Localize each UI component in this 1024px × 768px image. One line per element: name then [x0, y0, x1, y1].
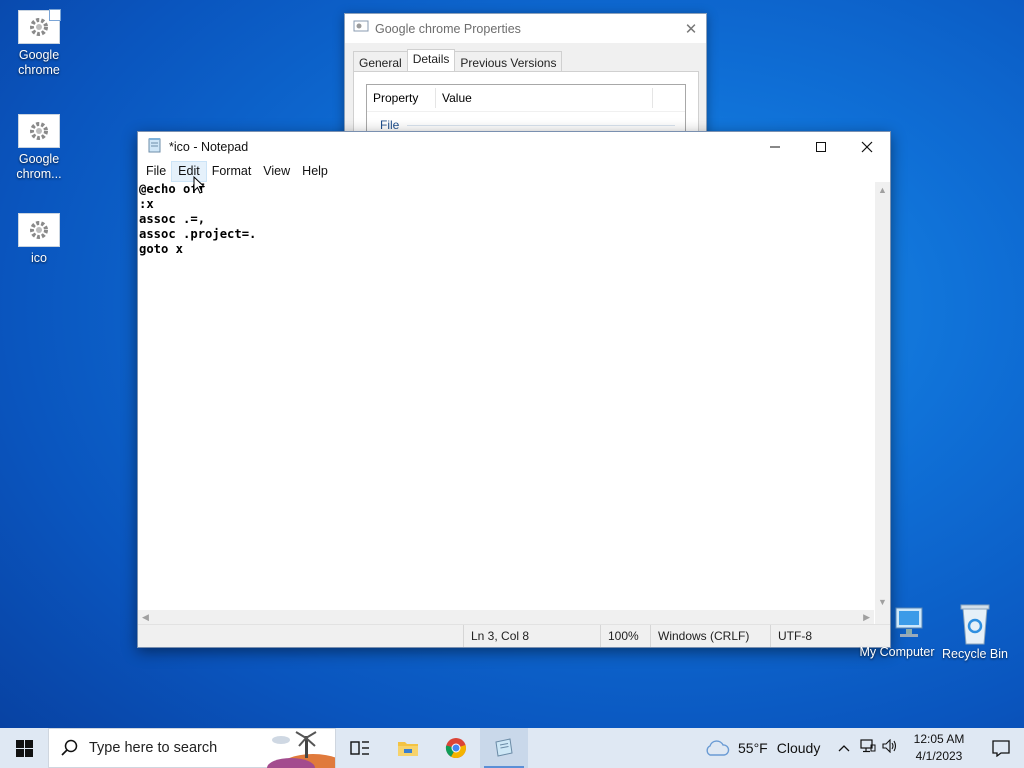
- menu-file[interactable]: File: [140, 162, 172, 181]
- desktop-icon-my-computer[interactable]: My Computer: [856, 602, 938, 659]
- group-header: File: [367, 118, 685, 132]
- desktop-icon-label: Google chrom...: [16, 152, 62, 181]
- desktop-icon-label: My Computer: [859, 645, 935, 659]
- clock-date: 4/1/2023: [915, 749, 963, 763]
- desktop-icon-label: Google chrome: [18, 48, 60, 77]
- properties-icon: [353, 19, 369, 38]
- desktop-icon-google-chrome[interactable]: Google chrome: [4, 9, 74, 78]
- mouse-cursor-icon: [193, 176, 205, 194]
- menu-bar: File Edit Format View Help: [138, 161, 890, 182]
- computer-icon: [895, 607, 923, 637]
- weather-condition: Cloudy: [776, 740, 821, 756]
- desktop-icon-label: Recycle Bin: [942, 647, 1008, 661]
- system-tray: [838, 728, 898, 768]
- scroll-up-icon[interactable]: ▲: [878, 185, 887, 195]
- dialog-tabs: General Details Previous Versions: [353, 49, 563, 73]
- notepad-icon: [147, 137, 163, 158]
- menu-view[interactable]: View: [257, 162, 296, 181]
- windows-logo-icon: [15, 739, 33, 757]
- tab-details[interactable]: Details: [406, 49, 456, 73]
- clock-time: 12:05 AM: [913, 732, 965, 746]
- weather-widget[interactable]: 55°F Cloudy: [704, 728, 820, 768]
- search-icon: [61, 739, 78, 756]
- task-view-icon: [350, 741, 369, 755]
- desktop-icon-google-chrome-2[interactable]: Google chrom...: [4, 114, 74, 182]
- cloud-icon: [706, 740, 730, 756]
- minimize-button[interactable]: [752, 132, 798, 162]
- dialog-title: Google chrome Properties: [375, 21, 521, 36]
- close-icon: [861, 141, 873, 153]
- dialog-titlebar[interactable]: Google chrome Properties ✕: [345, 14, 706, 43]
- status-line-ending: Windows (CRLF): [650, 625, 768, 647]
- search-placeholder: Type here to search: [89, 740, 218, 756]
- taskbar-clock[interactable]: 12:05 AM 4/1/2023: [908, 731, 970, 765]
- list-header: Property Value: [367, 85, 685, 112]
- status-position: Ln 3, Col 8: [463, 625, 598, 647]
- taskbar-file-explorer[interactable]: [384, 728, 432, 768]
- menu-format[interactable]: Format: [206, 162, 258, 181]
- editor-content[interactable]: @echo off :x assoc .=, assoc .project=. …: [138, 182, 874, 257]
- gear-icon: [18, 114, 60, 148]
- gear-shortcut-icon: [18, 9, 61, 44]
- minimize-icon: [770, 146, 780, 148]
- search-highlight-illustration-icon: [267, 731, 335, 768]
- status-zoom: 100%: [600, 625, 652, 647]
- status-bar: Ln 3, Col 8 100% Windows (CRLF) UTF-8: [138, 624, 890, 647]
- tab-previous-versions[interactable]: Previous Versions: [454, 51, 563, 73]
- notification-icon: [992, 739, 1010, 757]
- notepad-icon: [495, 738, 513, 757]
- maximize-button[interactable]: [798, 132, 844, 162]
- chrome-icon: [445, 738, 466, 759]
- folder-icon: [398, 742, 418, 756]
- desktop-icon-label: ico: [31, 251, 47, 265]
- chevron-up-icon[interactable]: [838, 739, 850, 757]
- tab-general[interactable]: General: [353, 51, 408, 73]
- taskbar-chrome[interactable]: [432, 728, 480, 768]
- close-icon[interactable]: ✕: [676, 20, 706, 38]
- scroll-left-icon[interactable]: ◀: [142, 612, 149, 623]
- group-label: File: [380, 118, 400, 132]
- network-icon[interactable]: [860, 738, 876, 758]
- desktop-icon-recycle-bin[interactable]: Recycle Bin: [934, 602, 1016, 661]
- column-value[interactable]: Value: [436, 88, 653, 108]
- start-button[interactable]: [0, 728, 48, 768]
- text-editor[interactable]: @echo off :x assoc .=, assoc .project=. …: [138, 182, 874, 610]
- volume-icon[interactable]: [882, 738, 898, 758]
- window-title: *ico - Notepad: [169, 140, 249, 154]
- notepad-window: *ico - Notepad File Edit Format View Hel…: [137, 131, 891, 648]
- column-property[interactable]: Property: [367, 88, 436, 108]
- weather-temperature: 55°F: [738, 740, 768, 756]
- maximize-icon: [816, 142, 826, 152]
- horizontal-scrollbar[interactable]: ◀ ▶: [138, 610, 874, 625]
- vertical-scrollbar[interactable]: ▲ ▼: [875, 182, 890, 610]
- taskbar-notepad[interactable]: [480, 728, 528, 768]
- notification-center-button[interactable]: [978, 728, 1024, 768]
- task-view-button[interactable]: [336, 728, 384, 768]
- gear-icon: [18, 213, 60, 247]
- menu-help[interactable]: Help: [296, 162, 334, 181]
- desktop-icon-ico[interactable]: ico: [4, 213, 74, 266]
- taskbar: Type here to search 55°F Cloudy 12:05 AM…: [0, 728, 1024, 768]
- notepad-titlebar[interactable]: *ico - Notepad: [138, 132, 890, 162]
- taskbar-search-box[interactable]: Type here to search: [48, 728, 336, 768]
- close-button[interactable]: [844, 132, 890, 162]
- recycle-bin-icon: [960, 604, 990, 645]
